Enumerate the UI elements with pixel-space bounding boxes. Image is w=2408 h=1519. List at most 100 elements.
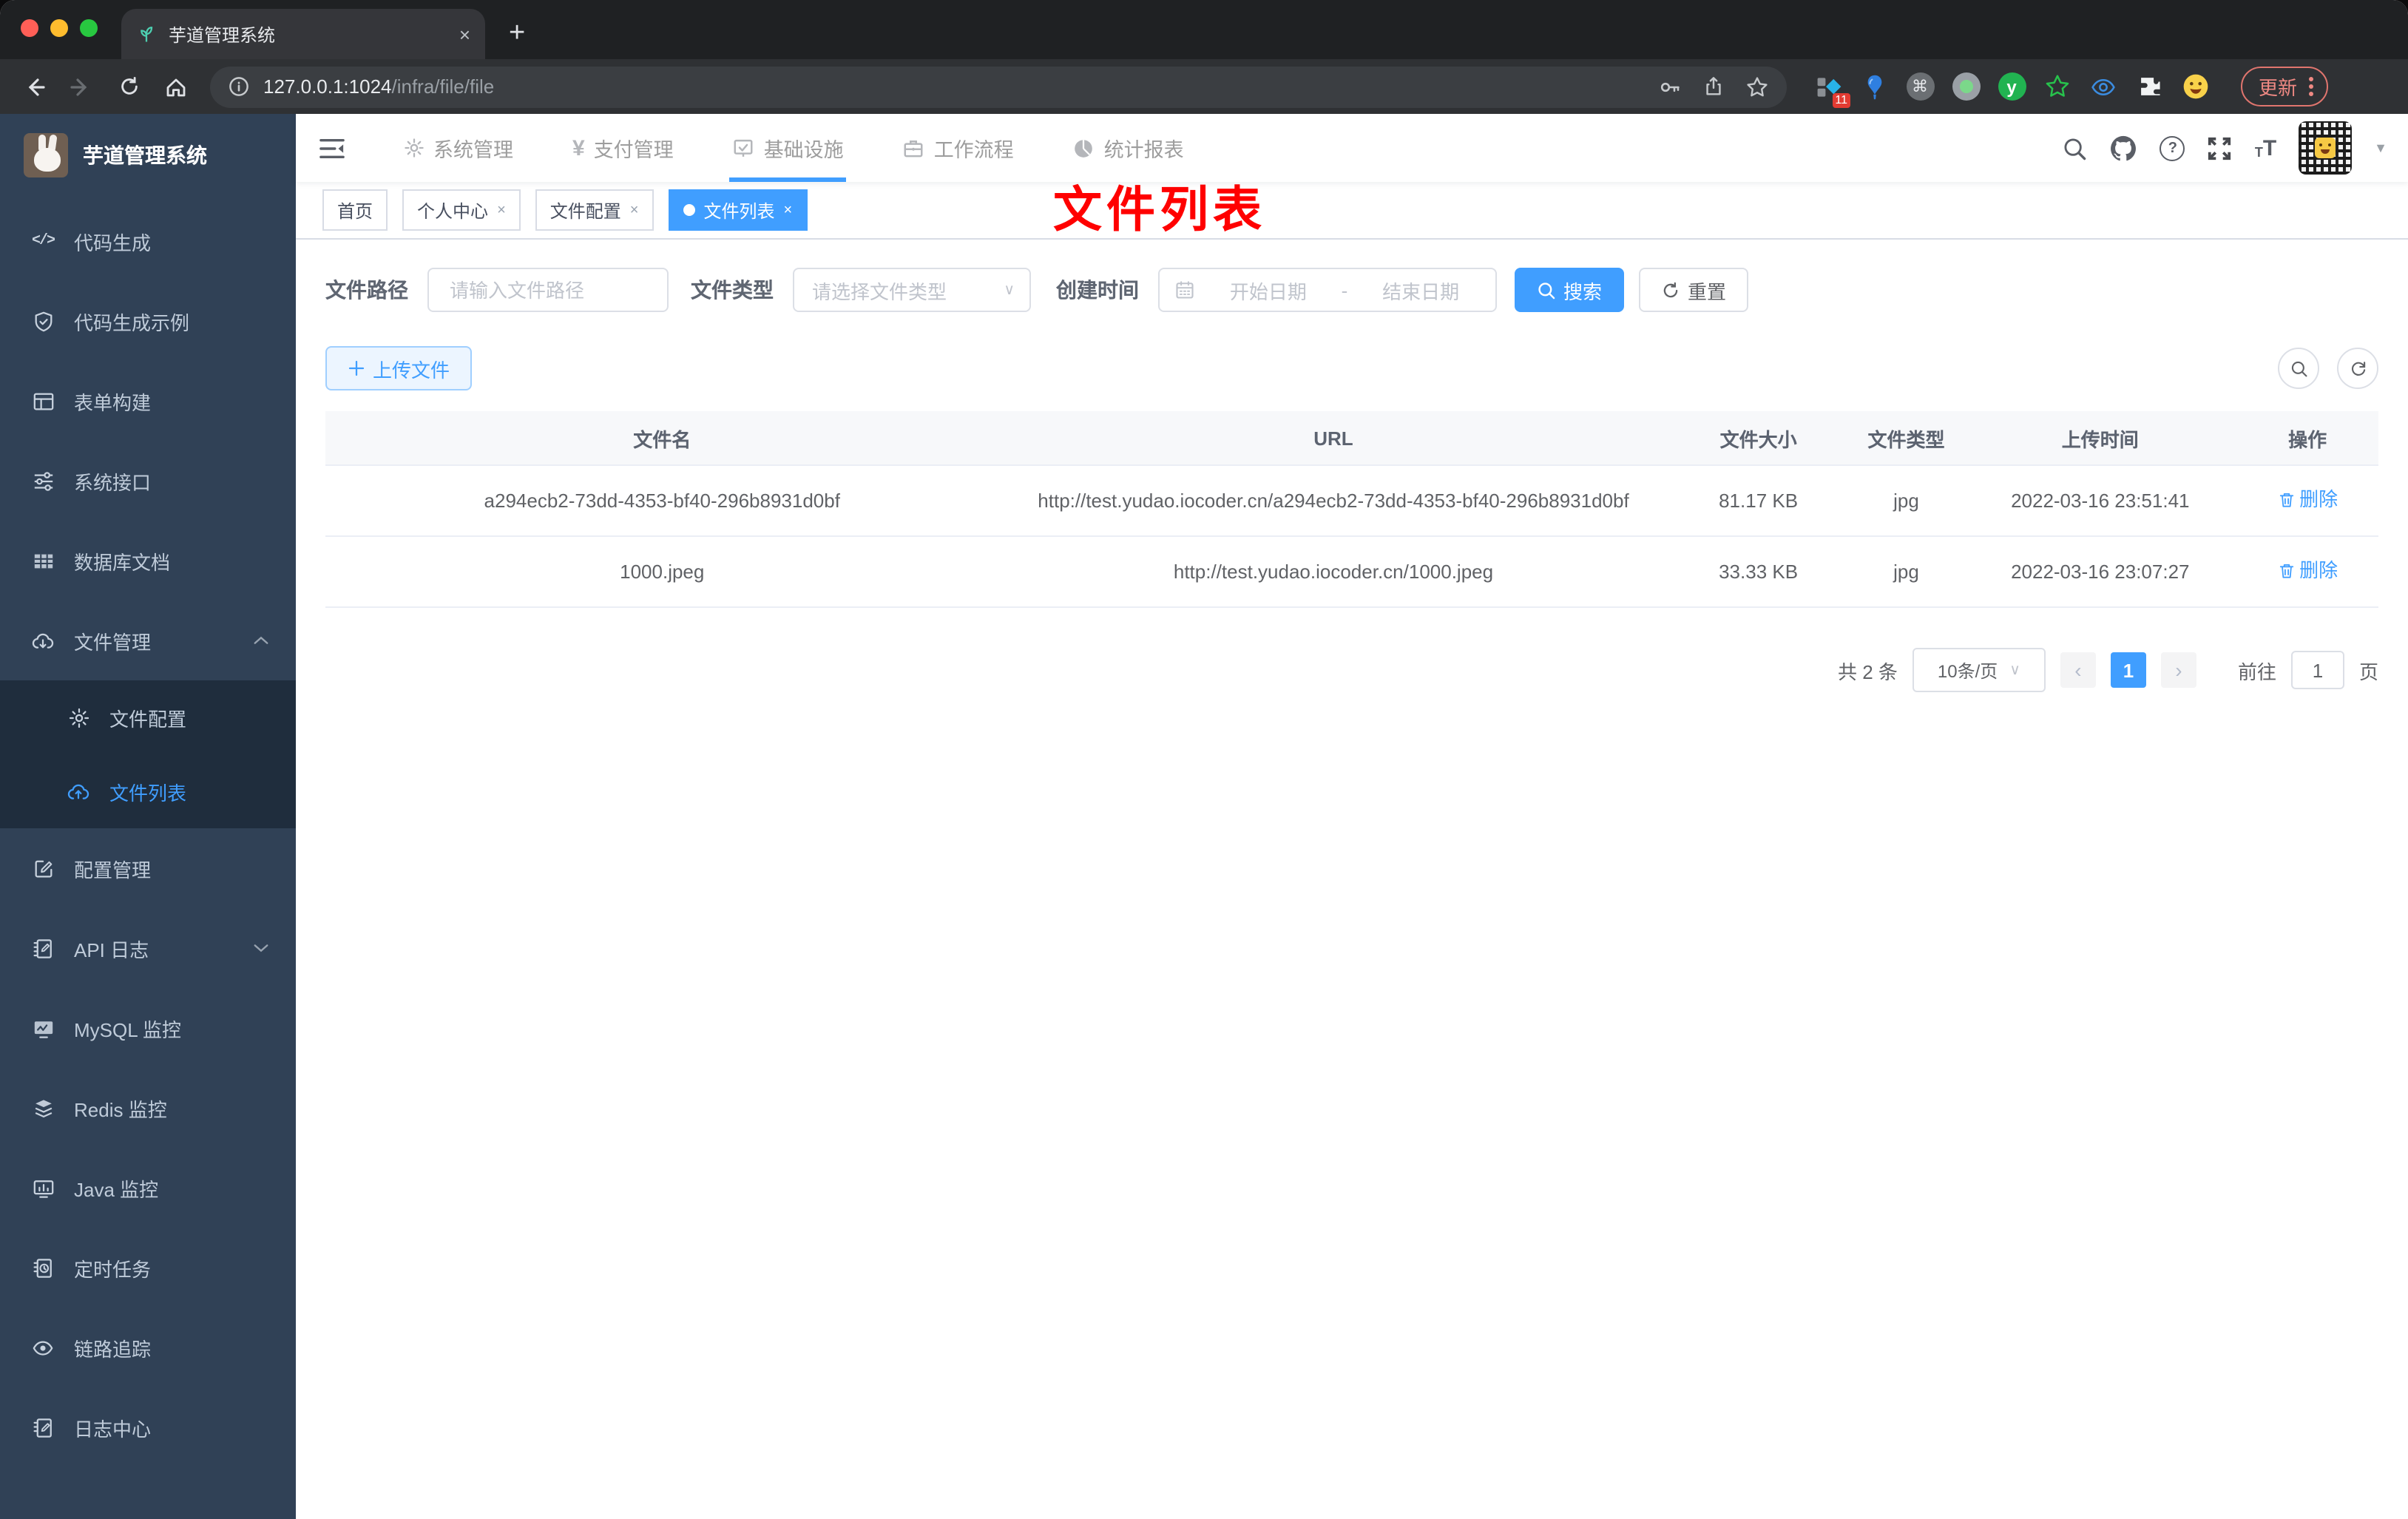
table-row: a294ecb2-73dd-4353-bf40-296b8931d0bf htt… — [325, 465, 2378, 538]
current-page-button[interactable]: 1 — [2110, 652, 2146, 689]
qr-avatar[interactable] — [2299, 121, 2353, 175]
next-page-button[interactable]: › — [2160, 652, 2196, 689]
help-icon[interactable]: ? — [2160, 135, 2185, 160]
layers-icon — [31, 1097, 55, 1119]
prev-page-button[interactable]: ‹ — [2060, 652, 2096, 689]
top-menu-report[interactable]: 统计报表 — [1044, 114, 1214, 182]
upload-file-button[interactable]: 上传文件 — [325, 346, 473, 390]
date-end-placeholder[interactable]: 结束日期 — [1361, 276, 1481, 304]
file-type-label: 文件类型 — [691, 278, 774, 302]
active-dot — [683, 204, 695, 216]
collapse-sidebar-icon[interactable] — [319, 137, 345, 159]
share-icon[interactable] — [1702, 75, 1725, 98]
sidebar-item-code-demo[interactable]: 代码生成示例 — [0, 281, 296, 361]
file-manage-submenu: 文件配置 文件列表 — [0, 680, 296, 828]
browser-window: 芋道管理系统 × + 127.0.0.1:1024/infra/file/fil… — [0, 0, 2408, 1519]
col-url: URL — [998, 411, 1668, 466]
balloon-extension-icon[interactable] — [1859, 72, 1889, 101]
sidebar-item-mysql-monitor[interactable]: MySQL 监控 — [0, 988, 296, 1068]
chrome-update-button[interactable]: 更新 — [2241, 67, 2329, 106]
app-title: 芋道管理系统 — [83, 143, 207, 167]
y-extension-icon[interactable]: y — [1997, 72, 2026, 101]
sidebar-item-db-doc[interactable]: 数据库文档 — [0, 521, 296, 601]
browser-tab[interactable]: 芋道管理系统 × — [121, 9, 485, 59]
sidebar-item-api-log[interactable]: API 日志 — [0, 908, 296, 988]
github-icon[interactable] — [2110, 134, 2138, 162]
file-path-input[interactable] — [447, 277, 649, 302]
bookmark-star-icon[interactable] — [1745, 75, 1769, 98]
zoom-window-button[interactable] — [80, 19, 98, 37]
sidebar-item-tracing[interactable]: 链路追踪 — [0, 1307, 296, 1387]
sidebar-item-log-center[interactable]: 日志中心 — [0, 1387, 296, 1467]
sidebar-item-form-builder[interactable]: 表单构建 — [0, 361, 296, 441]
font-size-icon[interactable]: TT — [2255, 137, 2276, 159]
top-menu-pay[interactable]: ¥ 支付管理 — [543, 114, 703, 182]
top-menu-infra[interactable]: 基础设施 — [703, 114, 873, 182]
sidebar-item-file-config[interactable]: 文件配置 — [0, 680, 296, 754]
command-extension-icon[interactable]: ⌘ — [1905, 72, 1935, 101]
view-tab-home[interactable]: 首页 — [322, 189, 388, 231]
goto-page-input[interactable] — [2290, 651, 2344, 690]
avatar-caret-icon[interactable]: ▼ — [2374, 141, 2387, 155]
show-search-toggle-button[interactable] — [2278, 348, 2319, 389]
green-star-extension-icon[interactable] — [2043, 72, 2072, 101]
back-icon[interactable] — [15, 67, 53, 106]
view-tab-file-config[interactable]: 文件配置 × — [535, 189, 654, 231]
close-icon[interactable]: × — [497, 202, 506, 218]
delete-button[interactable]: 删除 — [2277, 484, 2338, 515]
top-menu-system[interactable]: 系统管理 — [374, 114, 543, 182]
emoji-extension-icon[interactable] — [2180, 72, 2210, 101]
top-menu-workflow[interactable]: 工作流程 — [873, 114, 1044, 182]
cell-upload-time: 2022-03-16 23:07:27 — [1964, 536, 2237, 609]
search-button[interactable]: 搜索 — [1515, 268, 1625, 312]
vue-devtools-icon[interactable] — [2089, 72, 2118, 101]
forward-icon[interactable] — [62, 67, 101, 106]
page-unit-label: 页 — [2358, 660, 2378, 683]
sidebar-logo-row[interactable]: 芋道管理系统 — [0, 118, 296, 192]
cell-url: http://test.yudao.iocoder.cn/a294ecb2-73… — [998, 465, 1668, 538]
delete-button[interactable]: 删除 — [2277, 555, 2338, 586]
sidebar-item-system-api[interactable]: 系统接口 — [0, 441, 296, 521]
new-tab-button[interactable]: + — [509, 18, 525, 50]
sidebar-item-file-manage[interactable]: 文件管理 — [0, 601, 296, 680]
search-icon[interactable] — [2063, 135, 2088, 160]
reset-button[interactable]: 重置 — [1639, 268, 1749, 312]
table-icon — [31, 549, 55, 572]
date-start-placeholder[interactable]: 开始日期 — [1208, 276, 1328, 304]
minimize-window-button[interactable] — [50, 19, 68, 37]
refresh-table-button[interactable] — [2337, 348, 2378, 389]
page-content: 文件路径 文件类型 请选择文件类型 ∨ 创建时间 开始日期 - 结束日期 — [296, 240, 2408, 1519]
url-text[interactable]: 127.0.0.1:1024/infra/file/file — [263, 75, 1645, 98]
close-icon[interactable]: × — [784, 202, 793, 218]
sidebar-extension-icon[interactable]: 11 — [1813, 72, 1850, 107]
window-controls[interactable] — [21, 19, 98, 37]
address-bar[interactable]: 127.0.0.1:1024/infra/file/file — [210, 66, 1787, 107]
cell-url: http://test.yudao.iocoder.cn/1000.jpeg — [998, 536, 1668, 609]
view-tab-profile[interactable]: 个人中心 × — [402, 189, 521, 231]
close-icon[interactable]: × — [630, 202, 639, 218]
chrome-menu-icon[interactable] — [2309, 77, 2314, 96]
sidebar-item-code-gen[interactable]: </> 代码生成 — [0, 201, 296, 281]
password-key-icon[interactable] — [1658, 75, 1682, 98]
sidebar-item-cron-job[interactable]: 定时任务 — [0, 1228, 296, 1307]
view-tab-file-list[interactable]: 文件列表 × — [668, 189, 808, 231]
fullscreen-icon[interactable] — [2208, 135, 2233, 160]
cloud-download-icon — [31, 629, 55, 652]
page-size-select[interactable]: 10条/页 ∨ — [1912, 648, 2046, 693]
tab-close-icon[interactable]: × — [459, 23, 470, 45]
reload-icon[interactable] — [109, 67, 148, 106]
favicon-sprout-icon — [136, 24, 157, 44]
table-header-row: 文件名 URL 文件大小 文件类型 上传时间 操作 — [325, 411, 2378, 466]
sidebar-item-redis-monitor[interactable]: Redis 监控 — [0, 1068, 296, 1148]
sidebar-item-java-monitor[interactable]: Java 监控 — [0, 1148, 296, 1228]
home-icon[interactable] — [157, 67, 195, 106]
recorder-extension-icon[interactable] — [1951, 72, 1981, 101]
date-range-picker[interactable]: 开始日期 - 结束日期 — [1158, 268, 1497, 312]
sidebar-item-config-manage[interactable]: 配置管理 — [0, 828, 296, 908]
extensions-puzzle-icon[interactable] — [2134, 72, 2164, 101]
cell-file-name: a294ecb2-73dd-4353-bf40-296b8931d0bf — [325, 465, 999, 538]
site-info-icon[interactable] — [228, 75, 250, 98]
file-type-select[interactable]: 请选择文件类型 ∨ — [793, 268, 1031, 312]
close-window-button[interactable] — [21, 19, 38, 37]
sidebar-item-file-list[interactable]: 文件列表 — [0, 754, 296, 828]
